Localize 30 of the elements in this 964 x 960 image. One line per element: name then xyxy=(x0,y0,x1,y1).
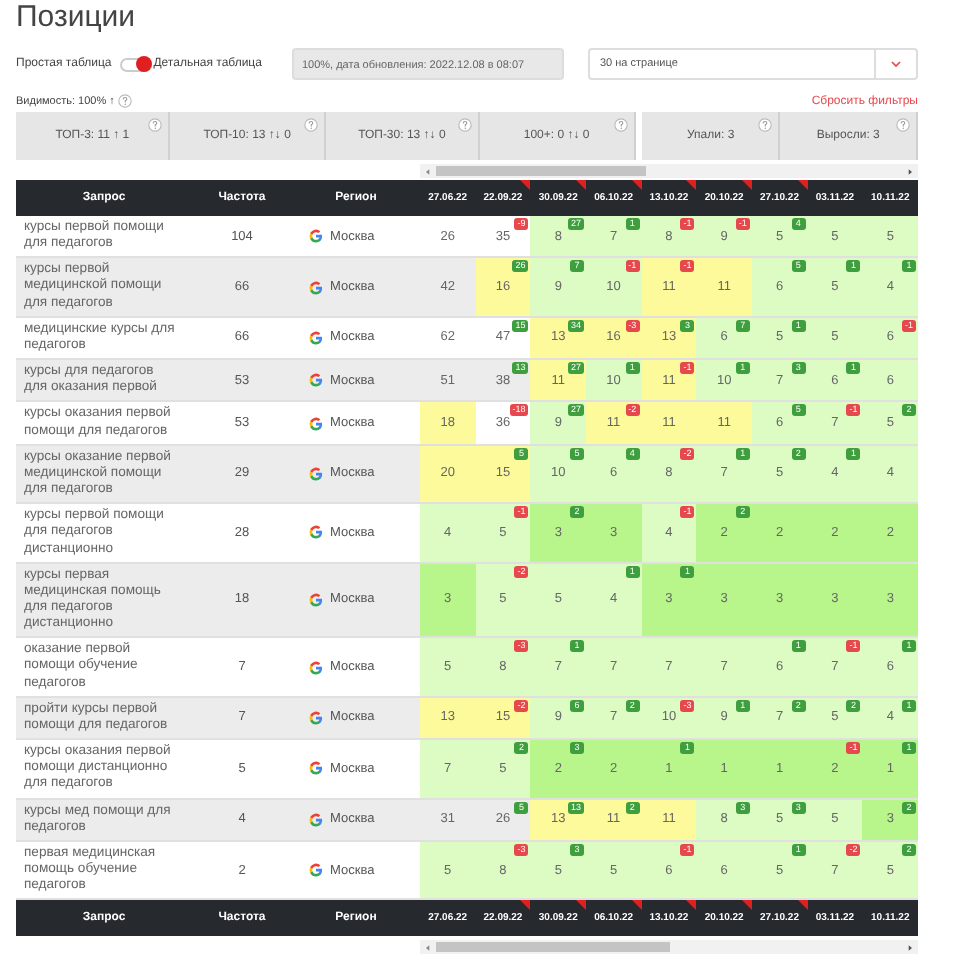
google-icon xyxy=(308,465,324,482)
help-icon[interactable] xyxy=(303,118,318,132)
google-icon xyxy=(308,329,324,346)
chevron-down-icon[interactable] xyxy=(890,60,902,68)
scrollbar-thumb[interactable] xyxy=(436,166,646,176)
help-icon[interactable] xyxy=(758,118,773,132)
google-icon xyxy=(308,372,324,389)
google-icon xyxy=(308,659,324,676)
google-icon xyxy=(308,591,324,608)
scroll-right-icon[interactable] xyxy=(906,167,914,175)
view-toggle[interactable] xyxy=(119,57,152,71)
scrollbar-thumb[interactable] xyxy=(436,942,669,953)
google-icon xyxy=(308,811,324,828)
page-title: Позиции xyxy=(16,0,138,36)
help-icon[interactable] xyxy=(118,94,133,108)
google-icon xyxy=(308,415,324,432)
google-icon xyxy=(308,760,324,777)
help-icon[interactable] xyxy=(458,118,473,132)
google-icon xyxy=(308,279,324,296)
horizontal-scrollbar[interactable] xyxy=(420,164,918,178)
help-icon[interactable] xyxy=(613,118,627,132)
google-icon xyxy=(308,524,324,541)
scroll-left-icon[interactable] xyxy=(424,167,432,175)
google-icon xyxy=(308,862,324,879)
horizontal-scrollbar[interactable] xyxy=(420,940,918,955)
scroll-right-icon[interactable] xyxy=(906,943,914,952)
google-icon xyxy=(308,228,324,245)
google-icon xyxy=(308,709,324,726)
help-icon[interactable] xyxy=(896,118,910,132)
help-icon[interactable] xyxy=(148,118,163,132)
